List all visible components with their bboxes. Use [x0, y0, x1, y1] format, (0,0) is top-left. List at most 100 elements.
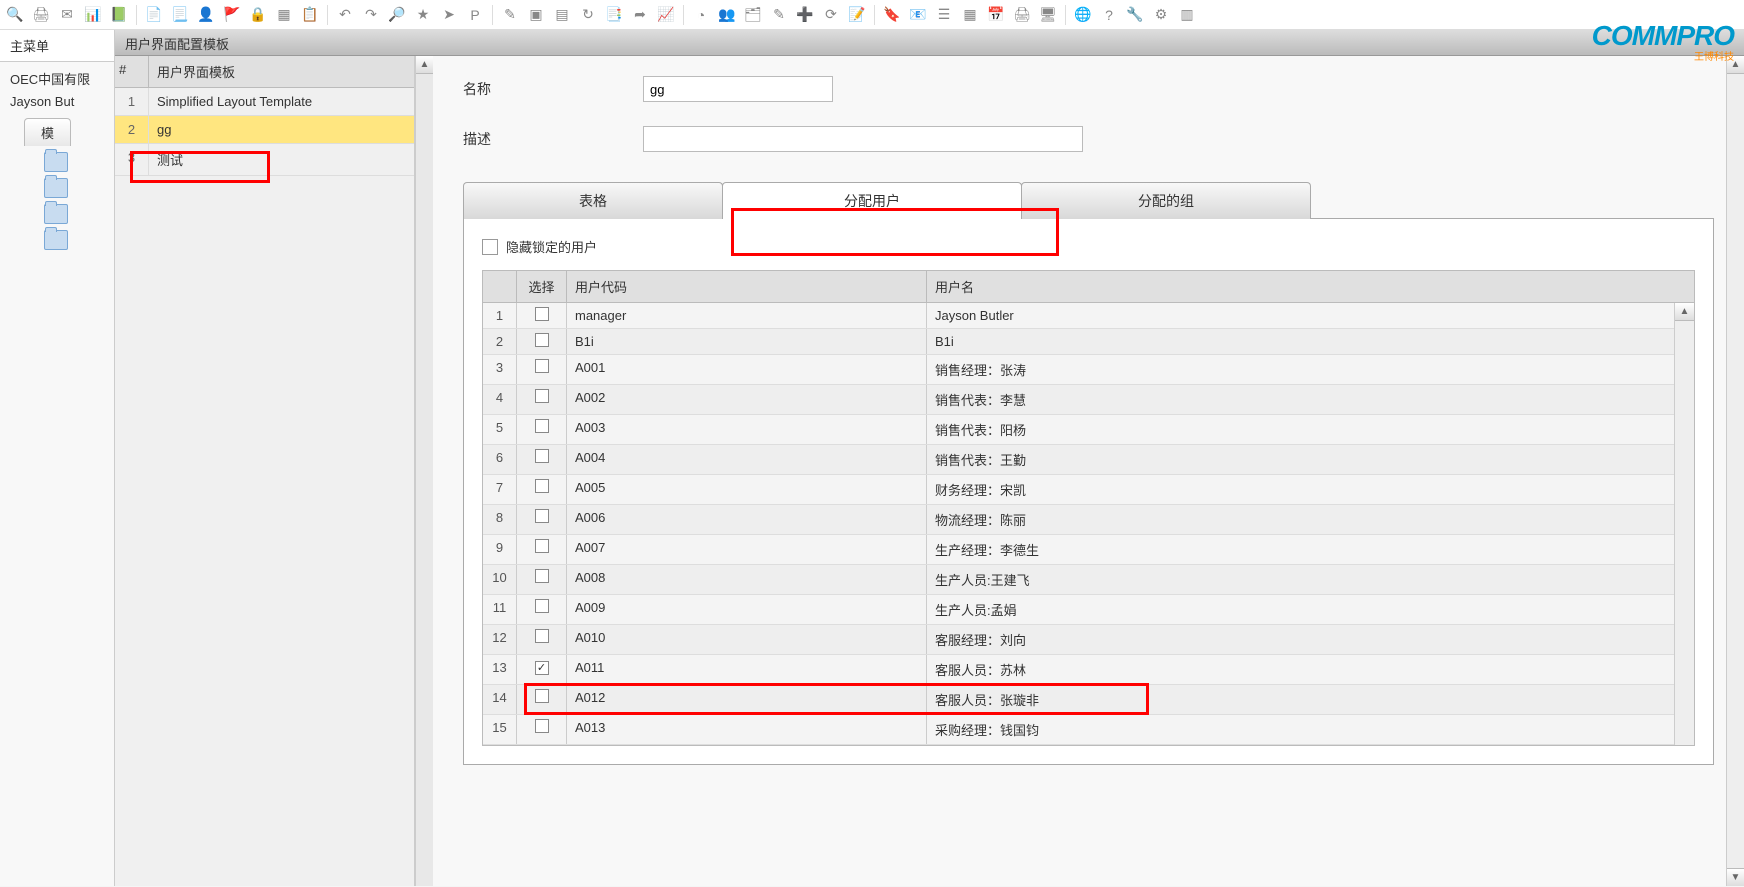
sidebar-company[interactable]: OEC中国有限 — [4, 66, 110, 91]
row-checkbox[interactable] — [535, 359, 549, 373]
word2-icon[interactable]: 📃 — [169, 4, 191, 26]
folder-icon[interactable] — [44, 152, 68, 172]
star-icon[interactable]: ★ — [412, 4, 434, 26]
content-scrollbar[interactable]: ▲ ▼ — [1726, 56, 1744, 886]
template-row[interactable]: 1Simplified Layout Template — [115, 88, 414, 116]
folder-icon[interactable] — [44, 178, 68, 198]
bar3-icon[interactable]: ▥ — [1176, 4, 1198, 26]
add-icon[interactable]: ➕ — [794, 4, 816, 26]
table-row[interactable]: 9 A007 生产经理：李德生 — [483, 535, 1674, 565]
hide-locked-checkbox[interactable] — [482, 239, 498, 255]
note-icon[interactable]: 📝 — [846, 4, 868, 26]
desc-input[interactable] — [643, 126, 1083, 152]
badge-icon[interactable]: 🔖 — [881, 4, 903, 26]
row-checkbox[interactable] — [535, 449, 549, 463]
zoom-icon[interactable]: 🔍 — [4, 4, 26, 26]
layout-icon[interactable]: ▦ — [273, 4, 295, 26]
table-row[interactable]: 6 A004 销售代表：王勤 — [483, 445, 1674, 475]
scroll-down-icon[interactable]: ▼ — [1727, 868, 1744, 886]
lock-icon[interactable]: 🔒 — [247, 4, 269, 26]
template-row[interactable]: 3测试 — [115, 144, 414, 176]
row-checkbox[interactable] — [535, 389, 549, 403]
table-row[interactable]: 10 A008 生产人员:王建飞 — [483, 565, 1674, 595]
fwd-icon[interactable]: ↷ — [360, 4, 382, 26]
sync-icon[interactable]: ⟳ — [820, 4, 842, 26]
toolbar-separator — [136, 5, 137, 25]
user-table-scrollbar[interactable]: ▲ — [1674, 303, 1694, 745]
row-checkbox[interactable] — [535, 307, 549, 321]
tab-assign-groups[interactable]: 分配的组 — [1021, 182, 1311, 219]
pie-icon[interactable]: ◔ — [690, 4, 712, 26]
doc2-icon[interactable]: 📑 — [603, 4, 625, 26]
reload-icon[interactable]: ↻ — [577, 4, 599, 26]
back-icon[interactable]: ↶ — [334, 4, 356, 26]
folder-icon[interactable] — [44, 204, 68, 224]
doc-icon[interactable]: 📋 — [299, 4, 321, 26]
sidebar-tab-mo[interactable]: 模 — [24, 118, 71, 146]
users-icon[interactable]: 👥 — [716, 4, 738, 26]
scroll-up-icon[interactable]: ▲ — [1675, 303, 1694, 321]
chart-icon[interactable]: 📈 — [655, 4, 677, 26]
p-icon[interactable]: P — [464, 4, 486, 26]
name-input[interactable] — [643, 76, 833, 102]
print2-icon[interactable]: 🖨 — [1011, 4, 1033, 26]
table-row[interactable]: 12 A010 客服经理：刘向 — [483, 625, 1674, 655]
table-row[interactable]: 2 B1i B1i — [483, 329, 1674, 355]
excel2-icon[interactable]: 📗 — [108, 4, 130, 26]
bar2-icon[interactable]: ▤ — [551, 4, 573, 26]
row-checkbox[interactable] — [535, 689, 549, 703]
flag-icon[interactable]: 🚩 — [221, 4, 243, 26]
row-checkbox[interactable] — [535, 419, 549, 433]
template-scrollbar[interactable]: ▲ — [415, 56, 433, 886]
msg-icon[interactable]: 📧 — [907, 4, 929, 26]
tab-table[interactable]: 表格 — [463, 182, 723, 219]
user-icon[interactable]: 👤 — [195, 4, 217, 26]
tool-icon[interactable]: 🔧 — [1124, 4, 1146, 26]
table-row[interactable]: 14 A012 客服人员：张璇非 — [483, 685, 1674, 715]
table-row[interactable]: 11 A009 生产人员:孟娟 — [483, 595, 1674, 625]
table-row[interactable]: 1 manager Jayson Butler — [483, 303, 1674, 329]
template-row[interactable]: 2gg — [115, 116, 414, 144]
table-row[interactable]: 3 A001 销售经理：张涛 — [483, 355, 1674, 385]
ut-row-num: 10 — [483, 565, 517, 594]
excel-icon[interactable]: 📊 — [82, 4, 104, 26]
row-checkbox[interactable] — [535, 509, 549, 523]
table-row[interactable]: 5 A003 销售代表：阳杨 — [483, 415, 1674, 445]
arrow-icon[interactable]: ➤ — [438, 4, 460, 26]
row-checkbox[interactable] — [535, 539, 549, 553]
find-icon[interactable]: 🔎 — [386, 4, 408, 26]
mail-icon[interactable]: ✉ — [56, 4, 78, 26]
table-row[interactable]: 13 ✓ A011 客服人员：苏林 — [483, 655, 1674, 685]
print-icon[interactable]: 🖨 — [30, 4, 52, 26]
row-checkbox[interactable] — [535, 719, 549, 733]
grid-icon[interactable]: ▦ — [959, 4, 981, 26]
globe-icon[interactable]: 🌐 — [1072, 4, 1094, 26]
word-icon[interactable]: 📄 — [143, 4, 165, 26]
row-checkbox[interactable]: ✓ — [535, 661, 549, 675]
row-checkbox[interactable] — [535, 599, 549, 613]
main-menu-tab[interactable]: 主菜单 — [0, 30, 114, 62]
ut-row-select-cell — [517, 565, 567, 594]
table-row[interactable]: 15 A013 采购经理：钱国钧 — [483, 715, 1674, 745]
table-row[interactable]: 8 A006 物流经理：陈丽 — [483, 505, 1674, 535]
table-row[interactable]: 4 A002 销售代表：李慧 — [483, 385, 1674, 415]
row-checkbox[interactable] — [535, 479, 549, 493]
list-icon[interactable]: ☰ — [933, 4, 955, 26]
table-row[interactable]: 7 A005 财务经理：宋凯 — [483, 475, 1674, 505]
edit-icon[interactable]: ✎ — [768, 4, 790, 26]
scroll-up-icon[interactable]: ▲ — [416, 56, 433, 74]
letter-icon[interactable]: ✎ — [499, 4, 521, 26]
gear-icon[interactable]: ⚙ — [1150, 4, 1172, 26]
layers-icon[interactable]: 🗂 — [742, 4, 764, 26]
help-icon[interactable]: ? — [1098, 4, 1120, 26]
folder-icon[interactable] — [44, 230, 68, 250]
bar1-icon[interactable]: ▣ — [525, 4, 547, 26]
row-checkbox[interactable] — [535, 333, 549, 347]
row-checkbox[interactable] — [535, 569, 549, 583]
cal-icon[interactable]: 📅 — [985, 4, 1007, 26]
sidebar-user[interactable]: Jayson But — [4, 91, 110, 112]
row-checkbox[interactable] — [535, 629, 549, 643]
tab-assign-users[interactable]: 分配用户 — [722, 182, 1022, 219]
send-icon[interactable]: ➦ — [629, 4, 651, 26]
mon-icon[interactable]: 🖥 — [1037, 4, 1059, 26]
